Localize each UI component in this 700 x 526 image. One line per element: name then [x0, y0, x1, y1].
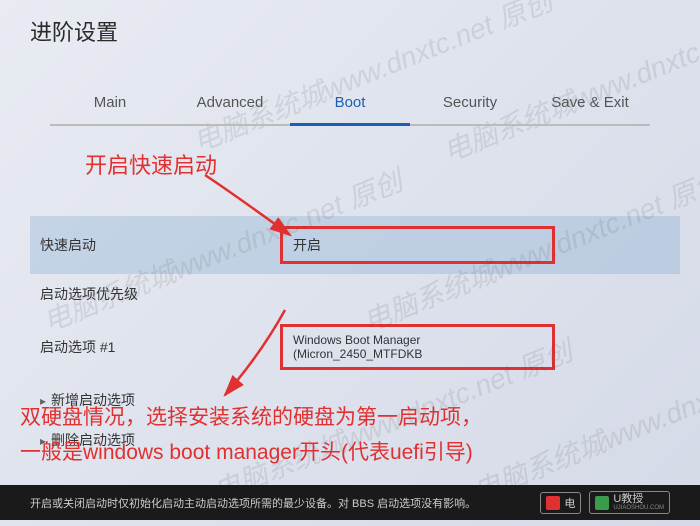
footer-bar: 开启或关闭启动时仅初始化启动主动启动选项所需的最少设备。对 BBS 启动选项没有…: [0, 485, 700, 520]
logo-area: 电 U教授 UJIAOSHOU.COM: [540, 491, 670, 514]
tab-save-exit[interactable]: Save & Exit: [530, 82, 650, 126]
tab-security[interactable]: Security: [410, 82, 530, 126]
setting-boot-option-1[interactable]: 启动选项 #1 Windows Boot Manager (Micron_245…: [30, 314, 680, 380]
annotation-dual-disk: 双硬盘情况，选择安装系统的硬盘为第一启动项， 一般是windows boot m…: [20, 400, 482, 471]
tab-boot[interactable]: Boot: [290, 82, 410, 126]
setting-fast-boot[interactable]: 快速启动 开启: [30, 216, 680, 274]
tab-main[interactable]: Main: [50, 82, 170, 126]
boot-option-1-value[interactable]: Windows Boot Manager (Micron_2450_MTFDKB: [280, 324, 555, 370]
annotation-fast-boot: 开启快速启动: [85, 148, 217, 180]
tab-bar: Main Advanced Boot Security Save & Exit: [0, 82, 700, 126]
logo-ujiaoshou: U教授 UJIAOSHOU.COM: [589, 491, 670, 514]
logo-icon: [595, 496, 609, 510]
footer-help-text: 开启或关闭启动时仅初始化启动主动启动选项所需的最少设备。对 BBS 启动选项没有…: [30, 495, 476, 511]
fast-boot-value[interactable]: 开启: [280, 226, 555, 264]
tab-advanced[interactable]: Advanced: [170, 82, 290, 126]
boot-priority-label: 启动选项优先级: [30, 284, 280, 304]
logo-dnxtc: 电: [540, 492, 581, 514]
logo-icon: [546, 496, 560, 510]
arrow-icon: [210, 305, 300, 405]
setting-boot-priority: 启动选项优先级: [30, 274, 680, 314]
page-title: 进阶设置: [0, 0, 700, 62]
